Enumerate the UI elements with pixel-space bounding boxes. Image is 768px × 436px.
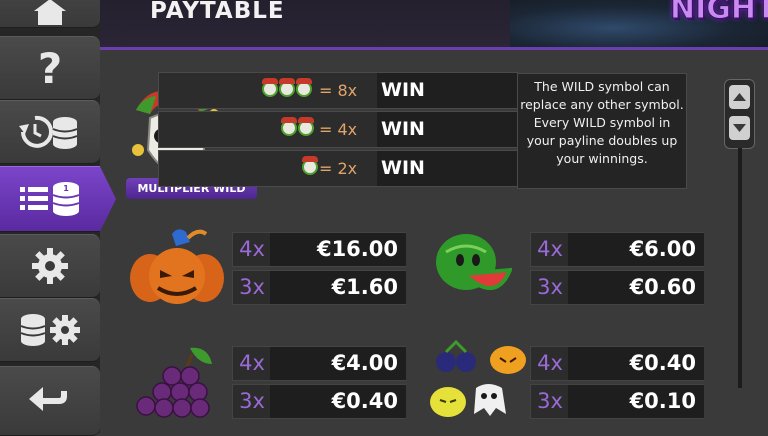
help-button[interactable]: ?: [0, 36, 100, 100]
wild-description: The WILD symbol can replace any other sy…: [517, 73, 687, 189]
wild-multiplier: = 4x: [319, 120, 358, 139]
paytable-list-icon: 1: [20, 182, 80, 216]
mixed-fruits-symbol: [430, 340, 526, 417]
history-coins-icon: [19, 115, 78, 149]
chevron-down-icon: [733, 124, 746, 132]
history-button[interactable]: [0, 100, 100, 164]
jester-mini-icon: [302, 156, 318, 175]
back-button[interactable]: [0, 366, 100, 436]
jester-mini-icon: [279, 78, 295, 97]
pay-multiplier: 3x: [537, 389, 563, 413]
home-icon: [34, 0, 66, 25]
paytable-content: MULTIPLIER WILD = 8x WIN = 4x WIN = 2x W…: [100, 50, 720, 433]
pay-amount: €0.40: [568, 347, 704, 380]
pay-amount: €1.60: [270, 271, 406, 304]
jester-mini-icon: [281, 117, 297, 136]
game-logo: NIGHT: [510, 0, 768, 47]
wild-multiplier: = 8x: [319, 81, 358, 100]
sidebar: ? 1: [0, 0, 116, 436]
wild-icons: [281, 117, 314, 136]
pay-row: 4x €0.40: [530, 346, 704, 381]
pay-row: 3x €0.60: [530, 270, 704, 305]
watermelon-symbol: [436, 234, 512, 291]
jester-mini-icon: [296, 78, 312, 97]
svg-text:1: 1: [63, 184, 69, 193]
pay-amount: €0.10: [568, 385, 704, 418]
pay-multiplier: 3x: [537, 275, 563, 299]
gear-icon: [32, 248, 68, 284]
wild-win-cell: WIN: [377, 112, 519, 147]
pay-multiplier: 4x: [239, 351, 265, 375]
wild-icons: [302, 156, 318, 175]
pay-row: 3x €1.60: [232, 270, 406, 305]
pay-row: 3x €0.10: [530, 384, 704, 419]
pay-amount: €0.60: [568, 271, 704, 304]
settings-button[interactable]: [0, 234, 100, 298]
scroll-up-button[interactable]: [729, 85, 750, 109]
pay-row: 4x €4.00: [232, 346, 406, 381]
paytable-header: PAYTABLE NIGHT: [100, 0, 768, 50]
pay-row: 4x €6.00: [530, 232, 704, 267]
wild-row: = 8x WIN: [158, 72, 519, 109]
wild-multiplier: = 2x: [319, 159, 358, 178]
bet-settings-button[interactable]: [0, 298, 100, 362]
grapes-symbol: [136, 347, 212, 418]
back-arrow-icon: [29, 387, 67, 411]
pay-multiplier: 4x: [239, 237, 265, 261]
pay-multiplier: 3x: [239, 389, 265, 413]
pay-row: 4x €16.00: [232, 232, 406, 267]
pay-multiplier: 4x: [537, 351, 563, 375]
pay-multiplier: 4x: [537, 237, 563, 261]
wild-win-cell: WIN: [377, 73, 519, 108]
pay-row: 3x €0.40: [232, 384, 406, 419]
jester-mini-icon: [262, 78, 278, 97]
chevron-up-icon: [733, 93, 746, 101]
scroll-down-button[interactable]: [729, 116, 750, 140]
pumpkin-symbol: [130, 229, 224, 304]
wild-row: = 2x WIN: [158, 150, 519, 187]
pay-amount: €16.00: [270, 233, 406, 266]
home-button[interactable]: [0, 0, 100, 28]
pay-multiplier: 3x: [239, 275, 265, 299]
wild-icons: [262, 78, 312, 97]
pay-amount: €6.00: [568, 233, 704, 266]
scroll-track-line[interactable]: [738, 148, 742, 388]
scrollbar[interactable]: [724, 79, 755, 149]
question-icon: ?: [37, 43, 63, 93]
pay-amount: €0.40: [270, 385, 406, 418]
coins-gear-icon: [20, 314, 80, 346]
wild-row: = 4x WIN: [158, 111, 519, 148]
page-title: PAYTABLE: [150, 0, 285, 24]
pay-amount: €4.00: [270, 347, 406, 380]
wild-win-cell: WIN: [377, 151, 519, 186]
jester-mini-icon: [298, 117, 314, 136]
game-logo-text: NIGHT: [669, 0, 768, 27]
paytable-button[interactable]: 1: [0, 166, 116, 232]
